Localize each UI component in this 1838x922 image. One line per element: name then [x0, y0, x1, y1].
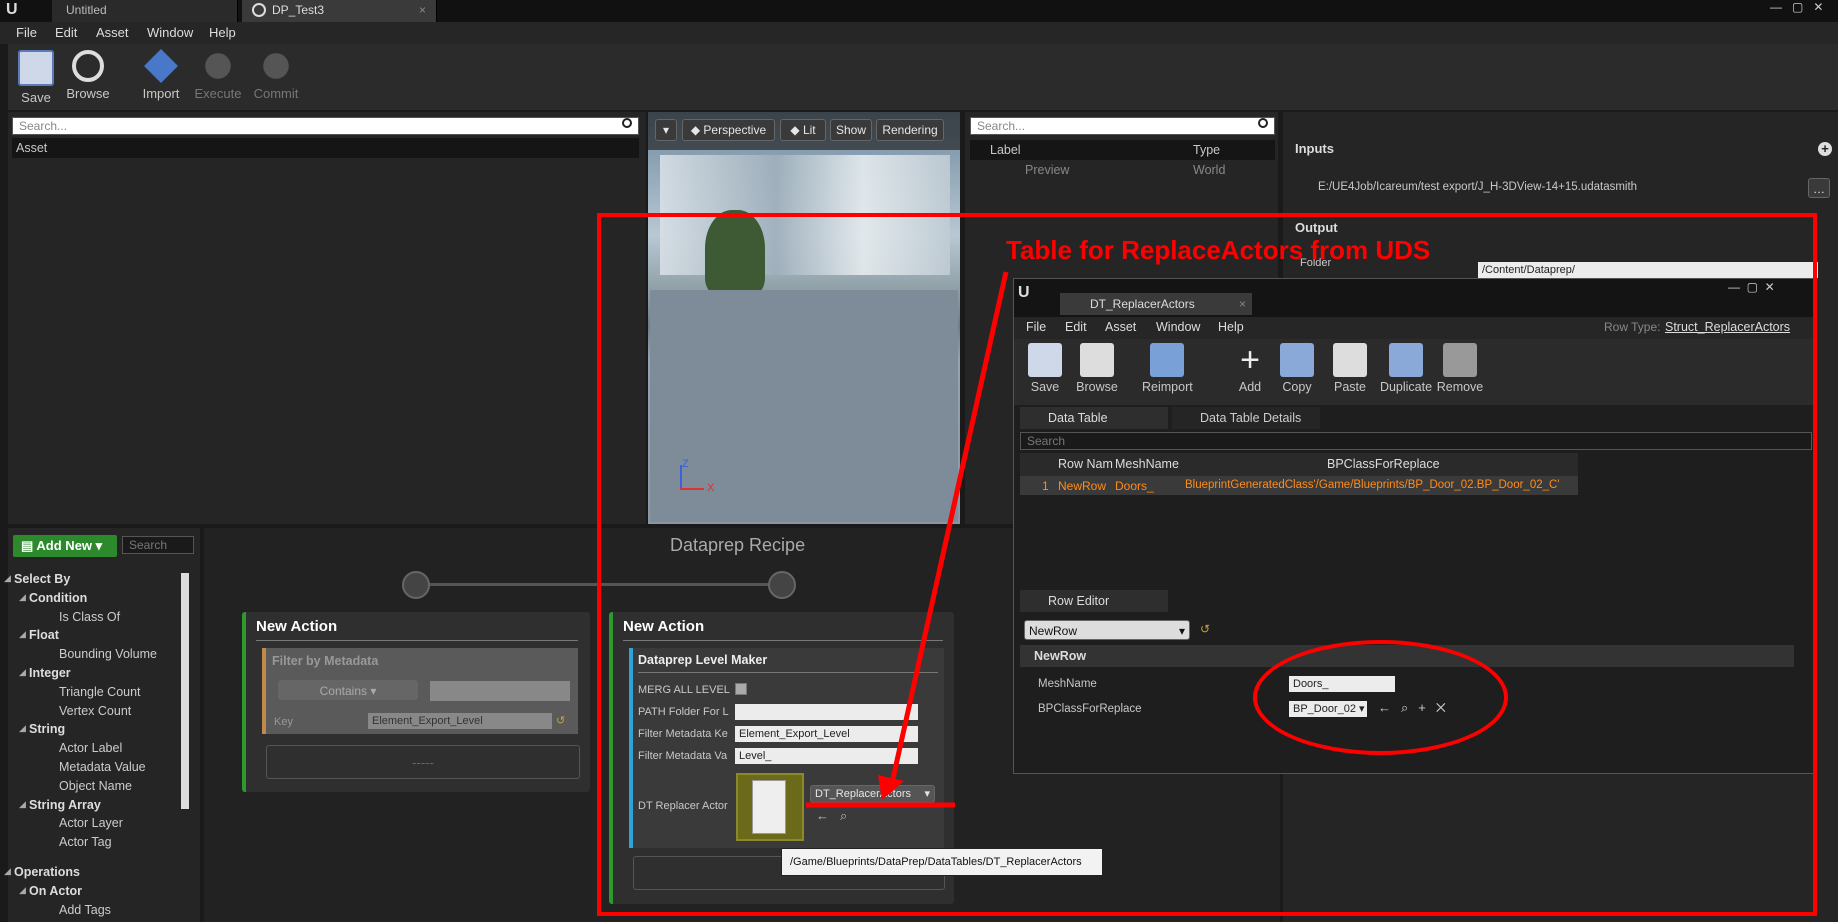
annotation-arrow — [806, 271, 1009, 808]
